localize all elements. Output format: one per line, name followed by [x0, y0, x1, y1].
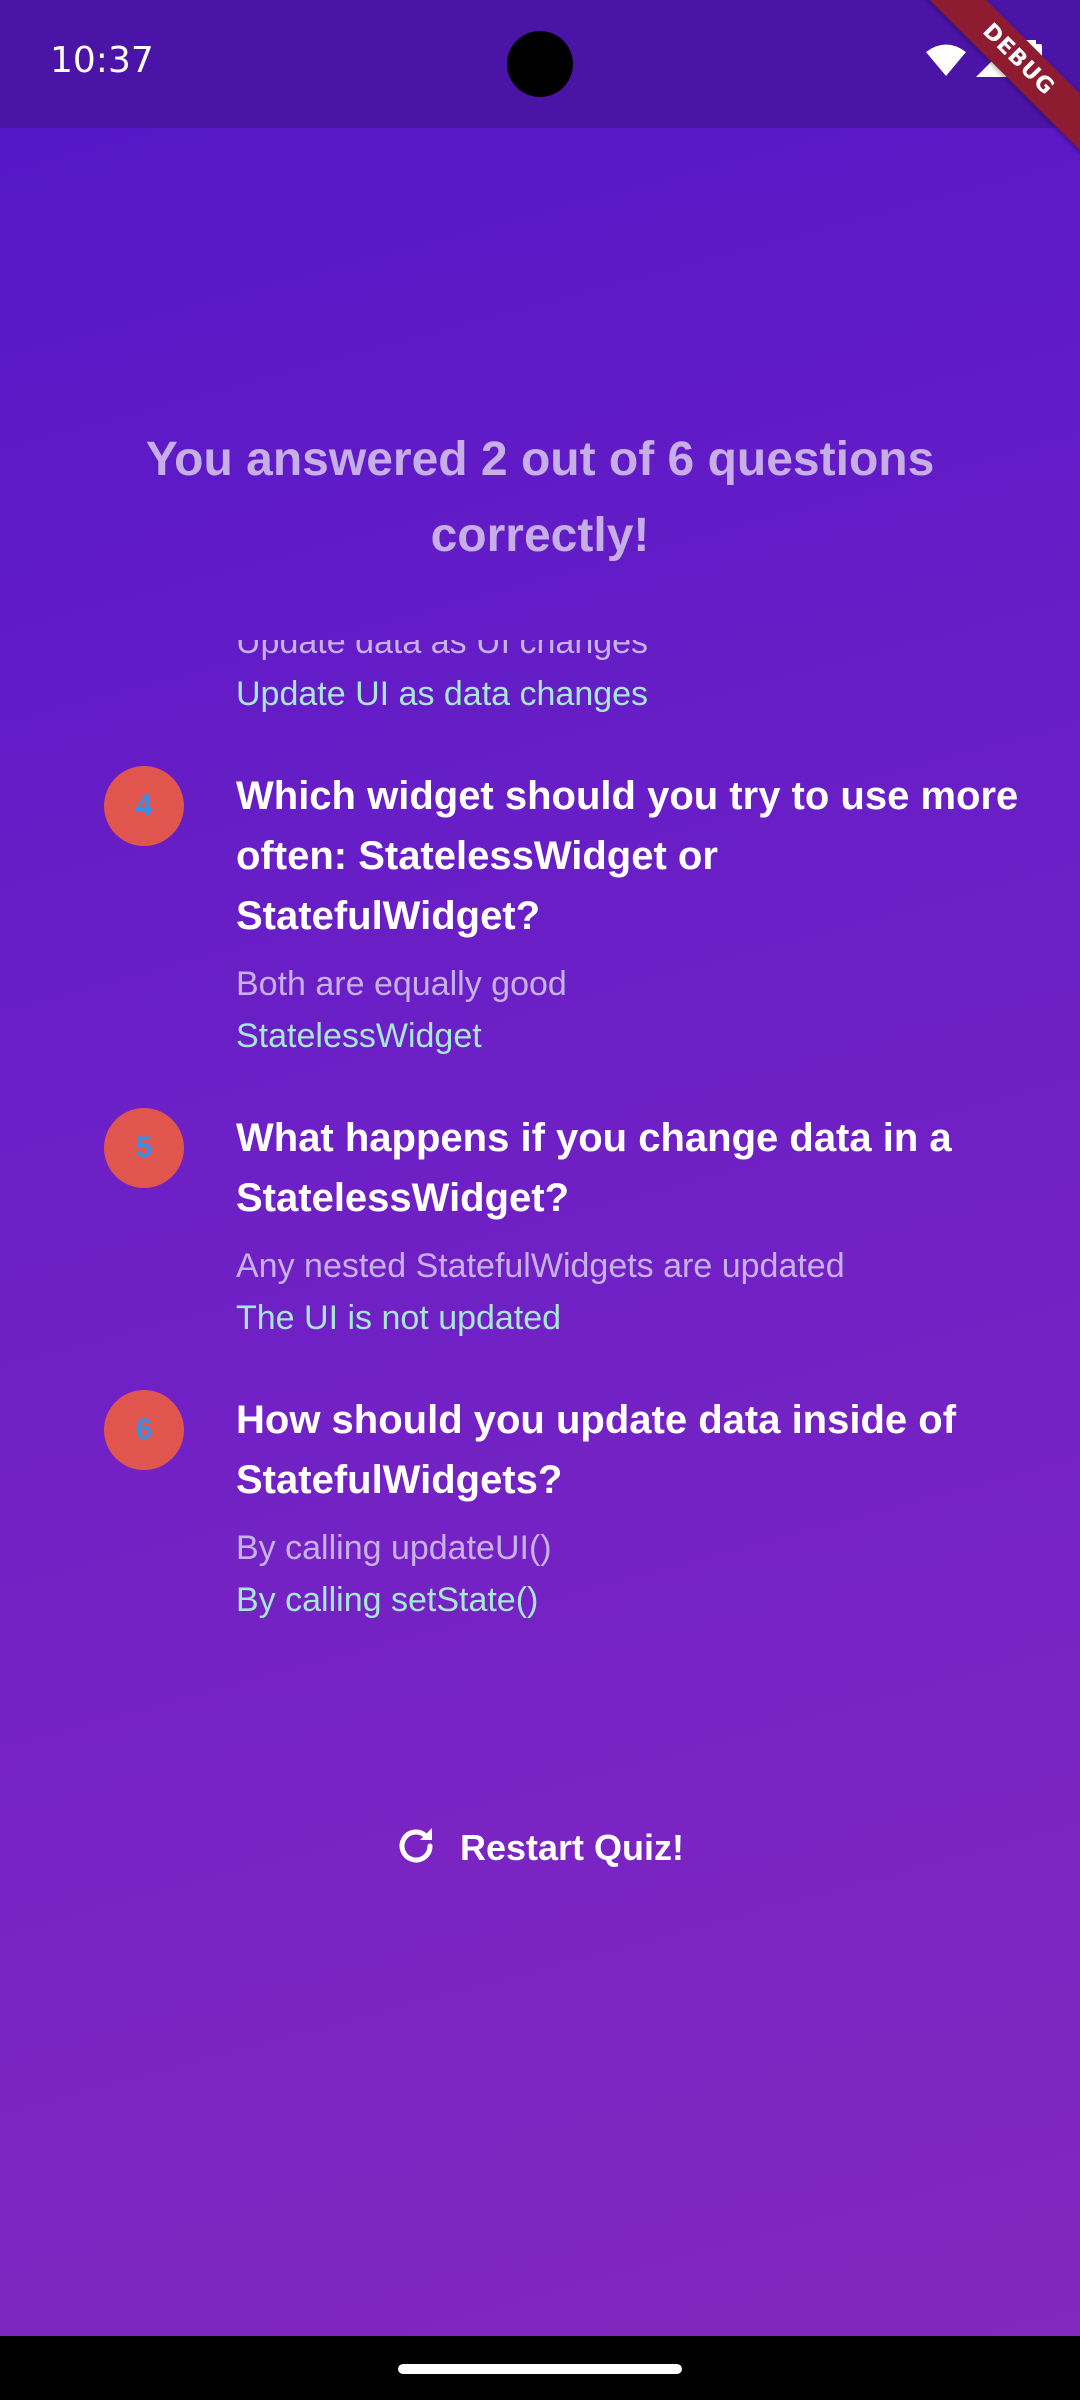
debug-banner-label: DEBUG	[920, 0, 1080, 160]
correct-answer: Update UI as data changes	[236, 675, 649, 713]
question-number-badge: 6	[104, 1390, 184, 1470]
debug-banner: DEBUG	[920, 0, 1080, 160]
question-number-badge: 5	[104, 1108, 184, 1188]
result-title: You answered 2 out of 6 questions correc…	[145, 433, 935, 562]
question-number-badge: 4	[104, 766, 184, 846]
summary-item: 4 Which widget should you try to use more…	[0, 766, 1080, 1062]
correct-answer: StatelessWidget	[236, 1017, 482, 1055]
restart-quiz-button[interactable]: Restart Quiz!	[380, 1812, 696, 1884]
summary-item: 5 What happens if you change data in a St…	[0, 1108, 1080, 1344]
camera-cutout	[507, 31, 573, 97]
summary-item: 3Update data as UI changesUpdate UI as d…	[0, 640, 1080, 720]
correct-answer: The UI is not updated	[236, 1299, 562, 1337]
question-text: Which widget should you try to use more …	[236, 774, 1019, 938]
correct-answer: By calling setState()	[236, 1581, 539, 1619]
home-indicator[interactable]	[398, 2364, 682, 2374]
summary-item: 6 How should you update data inside of St…	[0, 1390, 1080, 1626]
answers-summary-list: 3Update data as UI changesUpdate UI as d…	[0, 640, 1080, 1672]
answers-summary[interactable]: 3Update data as UI changesUpdate UI as d…	[0, 640, 1080, 1700]
user-answer: By calling updateUI()	[236, 1529, 552, 1567]
question-text: What happens if you change data in a Sta…	[236, 1116, 952, 1220]
status-bar: 10:37	[0, 0, 1080, 128]
refresh-icon	[392, 1822, 440, 1875]
user-answer: Any nested StatefulWidgets are updated	[236, 1247, 845, 1285]
question-text: How should you update data inside of Sta…	[236, 1398, 957, 1502]
user-answer: Update data as UI changes	[236, 640, 649, 661]
restart-quiz-label: Restart Quiz!	[460, 1827, 685, 1868]
user-answer: Both are equally good	[236, 965, 567, 1003]
status-time: 10:37	[50, 40, 154, 81]
